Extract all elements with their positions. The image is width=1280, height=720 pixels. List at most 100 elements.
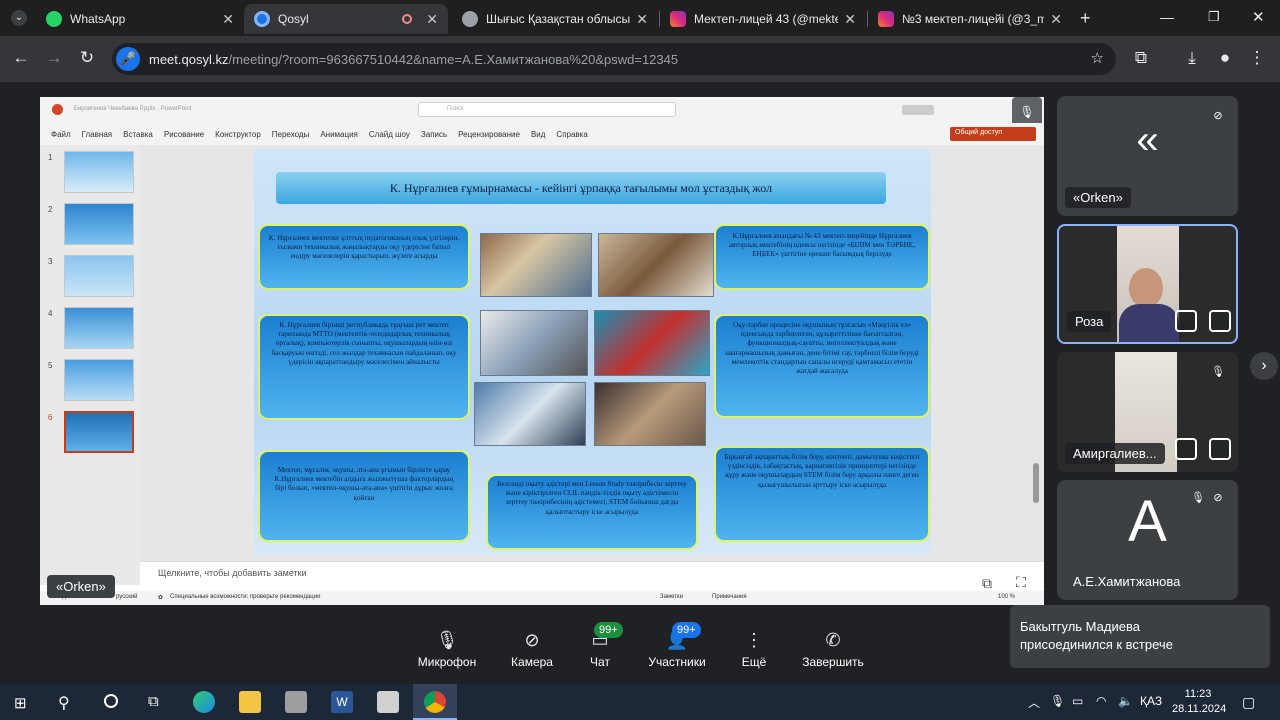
slide-box-5: К.Нұрғалиев атындағы № 43 мектеп-лицейін…	[714, 224, 930, 290]
address-bar[interactable]: 🎤 meet.qosyl.kz/meeting/?room=9636675104…	[112, 43, 1116, 75]
menu-help[interactable]: Справка	[556, 130, 587, 139]
menu-draw[interactable]: Рисование	[164, 130, 204, 139]
tab-qosyl[interactable]: Qosyl ✕	[244, 4, 448, 34]
mic-button[interactable]: 🎙 Микрофон	[407, 628, 487, 669]
menu-home[interactable]: Главная	[82, 130, 112, 139]
share-access-button[interactable]: Общий доступ	[950, 127, 1036, 141]
tab-whatsapp[interactable]: WhatsApp ✕	[36, 4, 244, 34]
close-icon[interactable]: ✕	[222, 11, 234, 28]
menu-transitions[interactable]: Переходы	[272, 130, 310, 139]
reload-icon[interactable]: ↻	[76, 48, 98, 68]
menu-slideshow[interactable]: Слайд шоу	[369, 130, 410, 139]
chat-badge: 99+	[594, 622, 623, 638]
menu-animation[interactable]: Анимация	[320, 130, 358, 139]
tab-title: Шығыс Қазақстан облысы	[486, 12, 631, 26]
participant-tile-orken[interactable]: « ⊘ «Orken»	[1057, 96, 1238, 216]
more-button[interactable]: ⋮ Ещё	[714, 628, 794, 669]
status-comments[interactable]: Примечания	[712, 594, 747, 600]
restore-icon[interactable]: ❐	[1208, 9, 1220, 25]
next-page-arrow-icon[interactable]: ›	[1250, 352, 1278, 380]
slide-thumb-2[interactable]	[64, 203, 134, 245]
store-icon[interactable]	[285, 691, 307, 713]
tray-mic-icon[interactable]: 🎙	[1050, 694, 1065, 708]
volume-icon[interactable]: 🔈	[1118, 694, 1133, 708]
chrome-taskbar-item[interactable]	[413, 684, 457, 720]
pin-icon[interactable]	[1175, 438, 1197, 460]
slide-thumb-6[interactable]	[64, 411, 134, 453]
wifi-icon[interactable]: ◠	[1096, 694, 1106, 708]
tab-shygys[interactable]: Шығыс Қазақстан облысы ✕	[452, 4, 658, 34]
task-view-icon[interactable]: ⧉	[148, 693, 159, 710]
tab-search-icon[interactable]: ⌄	[11, 10, 27, 26]
battery-icon[interactable]: ▭	[1072, 694, 1083, 708]
tray-chevron-icon[interactable]: ︿	[1028, 694, 1040, 711]
tab-instagram-43[interactable]: Мектеп-лицей 43 (@mekte ✕	[660, 4, 866, 34]
status-accessibility[interactable]: Специальные возможности: проверьте реком…	[170, 594, 320, 600]
menu-review[interactable]: Рецензирование	[458, 130, 520, 139]
microphone-in-use-icon[interactable]: 🎤	[116, 47, 140, 71]
end-call-button[interactable]: ✆ Завершить	[793, 628, 873, 669]
notification-icon[interactable]: ▢	[1242, 694, 1255, 711]
status-notes[interactable]: Заметки	[660, 594, 683, 600]
windows-start-icon[interactable]: ⊞	[14, 694, 27, 712]
participant-tile-self[interactable]: A 🎙 ⊘ А.Е.Хамитжанова	[1057, 480, 1238, 600]
notes-pane[interactable]: Щелкните, чтобы добавить заметки	[140, 561, 1044, 585]
menu-view[interactable]: Вид	[531, 130, 545, 139]
ppt-search-box[interactable]: Поиск	[418, 102, 676, 117]
window-close-icon[interactable]: ✕	[1252, 8, 1265, 26]
language-indicator[interactable]: ҚАЗ	[1140, 694, 1162, 708]
minimize-icon[interactable]: —	[1160, 9, 1174, 25]
cortana-icon[interactable]	[104, 694, 118, 708]
thumb-number: 2	[48, 205, 53, 214]
slide-thumb-5[interactable]	[64, 359, 134, 401]
slide-scrollbar[interactable]	[1033, 463, 1039, 503]
thumb-number: 5	[48, 361, 53, 370]
slide-canvas[interactable]: К. Нұрғалиев ғұмырнамасы - кейінгі ұрпақ…	[254, 150, 931, 555]
edge-icon[interactable]	[193, 691, 215, 713]
slide-thumb-1[interactable]	[64, 151, 134, 193]
thumb-number: 1	[48, 153, 53, 162]
expand-icon[interactable]	[1209, 438, 1231, 460]
profile-icon[interactable]: ●	[1214, 48, 1236, 68]
menu-design[interactable]: Конструктор	[215, 130, 261, 139]
slide-photo-1	[480, 233, 592, 297]
menu-insert[interactable]: Вставка	[123, 130, 153, 139]
forward-icon[interactable]: →	[43, 48, 65, 68]
participant-tile-roza[interactable]: Роза	[1057, 224, 1238, 344]
instagram-icon	[878, 11, 894, 27]
tab-title: №3 мектеп-лицейі (@3_m	[902, 12, 1045, 26]
bookmark-star-icon[interactable]: ☆	[1091, 49, 1104, 67]
menu-record[interactable]: Запись	[421, 130, 447, 139]
tab-title: Qosyl	[278, 12, 309, 26]
status-zoom[interactable]: 100 %	[998, 594, 1015, 600]
participants-button[interactable]: 👤 99+ Участники	[637, 622, 717, 669]
mail-icon[interactable]	[377, 691, 399, 713]
back-icon[interactable]: ←	[10, 48, 32, 68]
menu-kebab-icon[interactable]: ⋮	[1246, 48, 1268, 68]
expand-icon[interactable]	[1209, 310, 1231, 332]
search-icon[interactable]: ⚲	[58, 693, 70, 713]
close-icon[interactable]: ✕	[426, 11, 438, 28]
tab-instagram-3[interactable]: №3 мектеп-лицейі (@3_m ✕	[868, 4, 1072, 34]
new-tab-button[interactable]: +	[1080, 8, 1091, 29]
close-icon[interactable]: ✕	[844, 11, 856, 28]
chat-button[interactable]: ▭ 99+ Чат	[560, 622, 640, 669]
close-icon[interactable]: ✕	[1050, 11, 1062, 28]
browser-toolbar: ← → ↻ 🎤 meet.qosyl.kz/meeting/?room=9636…	[0, 36, 1280, 82]
end-label: Завершить	[802, 655, 864, 669]
close-icon[interactable]: ✕	[636, 11, 648, 28]
download-icon[interactable]: ⤓	[1181, 48, 1203, 68]
participant-tile-amirgaliev[interactable]: 🎙 Амиргалиев...	[1057, 352, 1238, 472]
ppt-signin[interactable]	[902, 105, 934, 115]
pin-icon[interactable]	[1175, 310, 1197, 332]
word-icon[interactable]: W	[331, 691, 353, 713]
slide-thumb-3[interactable]	[64, 255, 134, 297]
clock[interactable]: 11:23 28.11.2024	[1172, 687, 1226, 717]
participant-name: Амиргалиев...	[1065, 443, 1165, 464]
ppt-title-bar: Бирлигенов Чекебаева Р.pptx · PowerPoint…	[40, 97, 1044, 127]
extensions-icon[interactable]: ⧉	[1130, 48, 1152, 68]
menu-file[interactable]: Файл	[51, 130, 71, 139]
participants-label: Участники	[648, 655, 706, 669]
slide-thumb-4[interactable]	[64, 307, 134, 349]
file-explorer-icon[interactable]	[239, 691, 261, 713]
